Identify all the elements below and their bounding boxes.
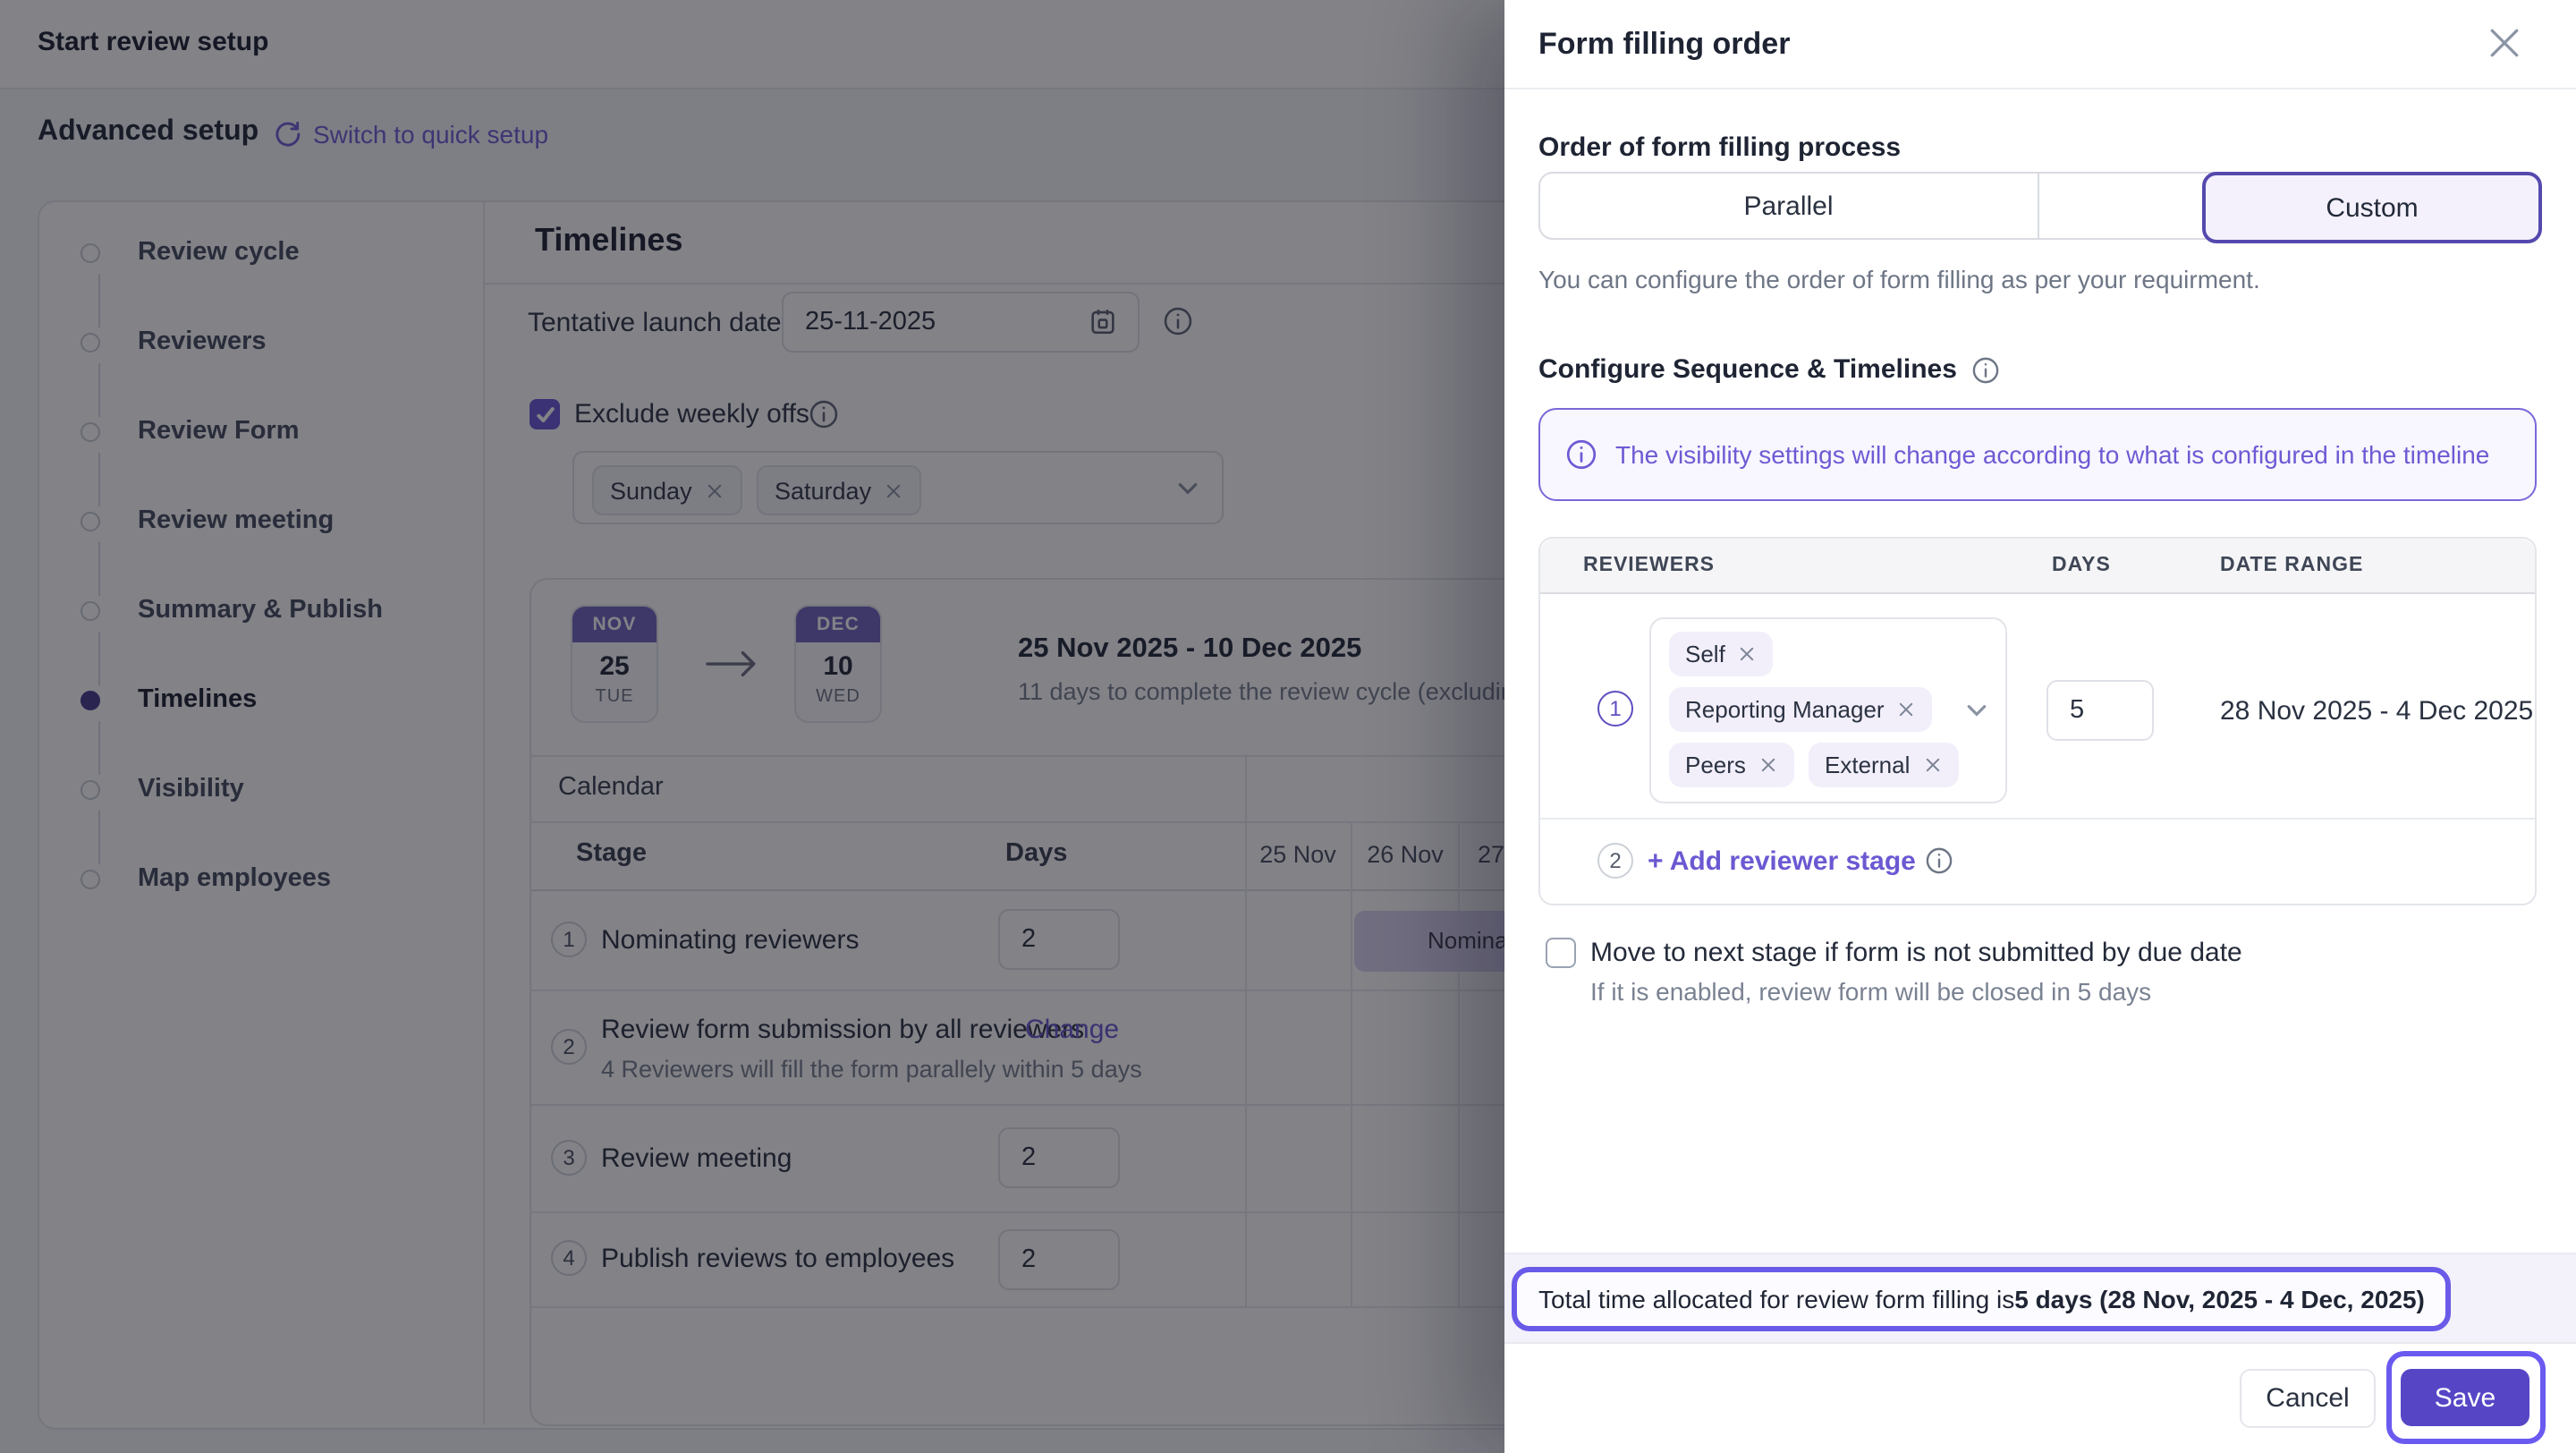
reviewer-tag-reporting-manager: Reporting Manager	[1669, 687, 1933, 732]
stage1-date-range: 28 Nov 2025 - 4 Dec 2025	[2220, 696, 2534, 726]
remove-tag-icon[interactable]	[1758, 755, 1778, 775]
days-header: DAYS	[2052, 555, 2111, 576]
configure-info-icon[interactable]	[1971, 355, 2000, 384]
tag-label: Peers	[1685, 752, 1746, 778]
order-process-heading: Order of form filling process	[1538, 132, 1902, 163]
reviewer-tag-peers: Peers	[1669, 743, 1794, 787]
tab-parallel[interactable]: Parallel	[1540, 174, 2037, 238]
reviewer-tag-self: Self	[1669, 632, 1774, 676]
total-time-text: Total time allocated for review form fil…	[1538, 1285, 2015, 1313]
tag-label: Self	[1685, 641, 1725, 667]
stage1-days-input[interactable]	[2046, 680, 2154, 741]
date-range-header: DATE RANGE	[2220, 555, 2364, 576]
modal-title: Form filling order	[1538, 27, 1791, 61]
form-filling-order-modal: Form filling order Order of form filling…	[1504, 0, 2576, 1453]
tag-label: External	[1825, 752, 1911, 778]
reviewer-tag-external: External	[1809, 743, 1959, 787]
cancel-button[interactable]: Cancel	[2240, 1369, 2376, 1428]
remove-tag-icon[interactable]	[1897, 700, 1917, 719]
configure-heading-row: Configure Sequence & Timelines	[1538, 354, 2000, 385]
info-icon	[1565, 438, 1597, 471]
stage-row-divider	[1540, 818, 2535, 820]
move-next-stage-checkbox[interactable]	[1546, 938, 1576, 968]
save-button[interactable]: Save	[2401, 1369, 2529, 1426]
app-root: Start review setup Advanced setup Switch…	[0, 0, 2576, 1453]
reviewers-header: REVIEWERS	[1583, 555, 1716, 576]
stage1-reviewers-select[interactable]: Self Reporting Manager Peers External	[1649, 617, 2007, 803]
total-time-strip: Total time allocated for review form fil…	[1504, 1253, 2576, 1342]
remove-tag-icon[interactable]	[1922, 755, 1942, 775]
reviewer-stages-table: REVIEWERS DAYS DATE RANGE 1 Self Reporti…	[1538, 537, 2537, 905]
tag-label: Reporting Manager	[1685, 696, 1885, 723]
remove-tag-icon[interactable]	[1738, 644, 1758, 664]
configure-heading: Configure Sequence & Timelines	[1538, 354, 1957, 385]
chevron-down-icon[interactable]	[1964, 698, 1989, 723]
visibility-info-banner: The visibility settings will change acco…	[1538, 408, 2537, 501]
stage1-number: 1	[1597, 691, 1633, 726]
reviewer-stages-header: REVIEWERS DAYS DATE RANGE	[1540, 539, 2535, 594]
banner-text: The visibility settings will change acco…	[1615, 440, 2490, 469]
move-next-stage-hint: If it is enabled, review form will be cl…	[1590, 977, 2152, 1006]
total-time-highlight-box: Total time allocated for review form fil…	[1512, 1267, 2452, 1331]
modal-header-divider	[1504, 88, 2576, 89]
tab-custom-selected[interactable]: Custom	[2202, 172, 2542, 243]
add-reviewer-stage-link[interactable]: + Add reviewer stage	[1648, 846, 1916, 877]
close-icon[interactable]	[2483, 21, 2526, 64]
add-stage-info-icon[interactable]	[1925, 846, 1953, 875]
move-next-stage-label: Move to next stage if form is not submit…	[1590, 938, 2242, 968]
modal-footer: Cancel Save	[1504, 1342, 2576, 1453]
total-time-value: 5 days (28 Nov, 2025 - 4 Dec, 2025)	[2014, 1285, 2425, 1313]
form-order-segmented-control: Parallel Sequential Custom	[1538, 172, 2542, 243]
stage2-number: 2	[1597, 843, 1633, 879]
order-caption: You can configure the order of form fill…	[1538, 265, 2260, 293]
